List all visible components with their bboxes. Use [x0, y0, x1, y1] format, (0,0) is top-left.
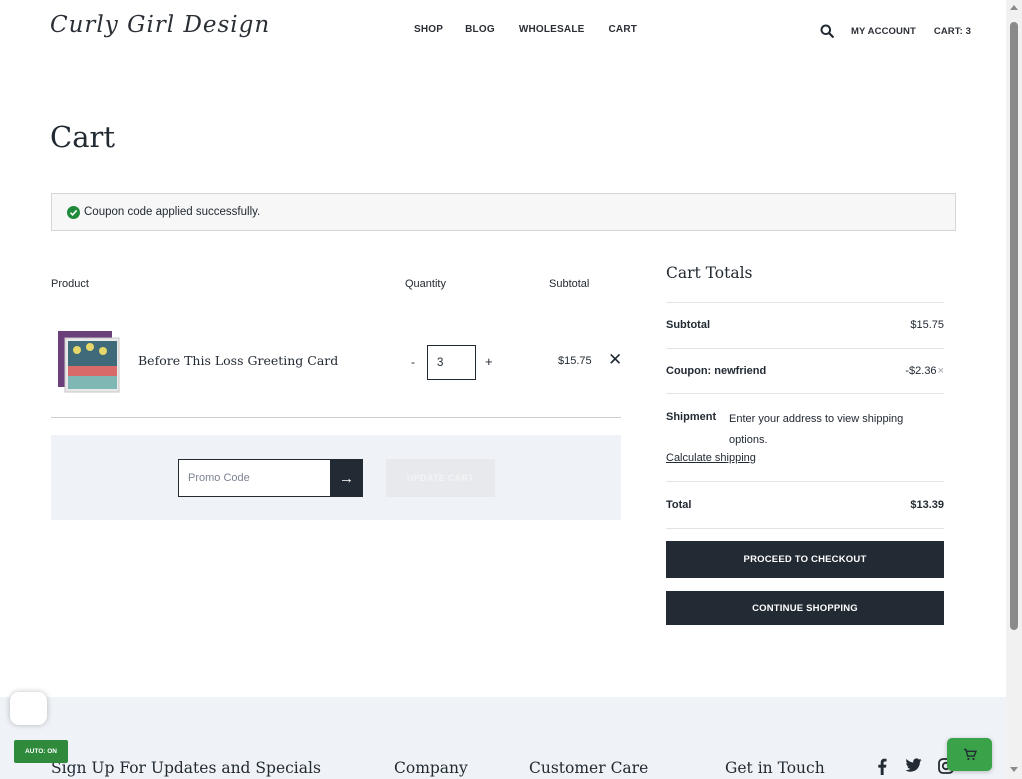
- notice-text: Coupon code applied successfully.: [84, 206, 261, 218]
- floating-cart-button[interactable]: [947, 738, 992, 771]
- scrollbar-thumb[interactable]: [1010, 22, 1018, 630]
- check-circle-icon: [67, 205, 80, 219]
- site-header: Curly Girl Design SHOP BLOG WHOLESALE CA…: [0, 0, 1006, 60]
- cart-icon: [963, 748, 977, 761]
- product-name-link[interactable]: Before This Loss Greeting Card: [138, 353, 338, 368]
- column-header-product: Product: [51, 278, 89, 290]
- site-logo[interactable]: Curly Girl Design: [50, 12, 270, 38]
- remove-coupon-icon[interactable]: ×: [938, 365, 944, 377]
- column-header-subtotal: Subtotal: [549, 278, 590, 290]
- column-header-quantity: Quantity: [405, 278, 446, 290]
- nav-wholesale[interactable]: WHOLESALE: [519, 24, 585, 35]
- scroll-down-arrow-icon[interactable]: [1010, 767, 1018, 772]
- coupon-value: -$2.36×: [905, 365, 944, 377]
- total-label: Total: [666, 499, 692, 511]
- footer-company-heading: Company: [394, 759, 468, 777]
- main-nav: SHOP BLOG WHOLESALE CART: [414, 24, 661, 35]
- totals-divider: [666, 481, 944, 482]
- shipment-label: Shipment: [666, 411, 717, 423]
- twitter-icon[interactable]: [905, 758, 922, 777]
- nav-blog[interactable]: BLOG: [465, 24, 495, 35]
- page-scrollbar[interactable]: [1006, 0, 1022, 779]
- totals-divider: [666, 528, 944, 529]
- auto-on-badge[interactable]: AUTO: ON: [14, 740, 68, 763]
- header-actions: MY ACCOUNT CART: 3: [820, 24, 989, 38]
- subtotal-label: Subtotal: [666, 319, 710, 331]
- nav-cart[interactable]: CART: [609, 24, 638, 35]
- line-item-subtotal: $15.75: [558, 355, 592, 367]
- promo-code-area: → UPDATE CART: [51, 435, 621, 520]
- coupon-discount: -$2.36: [905, 365, 937, 377]
- product-thumbnail[interactable]: [57, 329, 121, 393]
- site-footer: Sign Up For Updates and Specials Company…: [0, 697, 1006, 779]
- chat-widget-button[interactable]: [10, 692, 47, 725]
- footer-customer-care-heading: Customer Care: [529, 759, 649, 777]
- facebook-icon[interactable]: [876, 758, 888, 779]
- row-divider: [51, 417, 621, 418]
- totals-divider: [666, 348, 944, 349]
- nav-shop[interactable]: SHOP: [414, 24, 443, 35]
- cart-totals-title: Cart Totals: [666, 264, 753, 282]
- continue-shopping-button[interactable]: CONTINUE SHOPPING: [666, 591, 944, 625]
- search-icon[interactable]: [820, 24, 834, 38]
- quantity-input[interactable]: [427, 345, 476, 380]
- update-cart-button[interactable]: UPDATE CART: [386, 459, 495, 497]
- totals-divider: [666, 302, 944, 303]
- footer-signup-heading: Sign Up For Updates and Specials: [51, 759, 321, 777]
- total-value: $13.39: [910, 499, 944, 511]
- totals-divider: [666, 393, 944, 394]
- promo-code-input[interactable]: [178, 459, 331, 497]
- calculate-shipping-link[interactable]: Calculate shipping: [666, 452, 756, 464]
- page-title: Cart: [50, 120, 115, 154]
- proceed-to-checkout-button[interactable]: PROCEED TO CHECKOUT: [666, 541, 944, 578]
- header-cart-link[interactable]: CART: 3: [934, 26, 971, 37]
- my-account-link[interactable]: MY ACCOUNT: [851, 26, 916, 37]
- subtotal-value: $15.75: [910, 319, 944, 331]
- arrow-right-icon: →: [339, 469, 354, 487]
- quantity-increment-button[interactable]: +: [485, 354, 493, 369]
- apply-promo-button[interactable]: →: [330, 459, 363, 497]
- coupon-success-notice: Coupon code applied successfully.: [51, 193, 956, 231]
- coupon-label: Coupon: newfriend: [666, 365, 767, 377]
- quantity-decrement-button[interactable]: -: [411, 355, 415, 369]
- remove-item-icon[interactable]: ✕: [608, 350, 622, 370]
- footer-contact-heading: Get in Touch: [725, 759, 825, 777]
- scroll-up-arrow-icon[interactable]: [1010, 5, 1018, 10]
- shipment-message: Enter your address to view shipping opti…: [729, 413, 904, 446]
